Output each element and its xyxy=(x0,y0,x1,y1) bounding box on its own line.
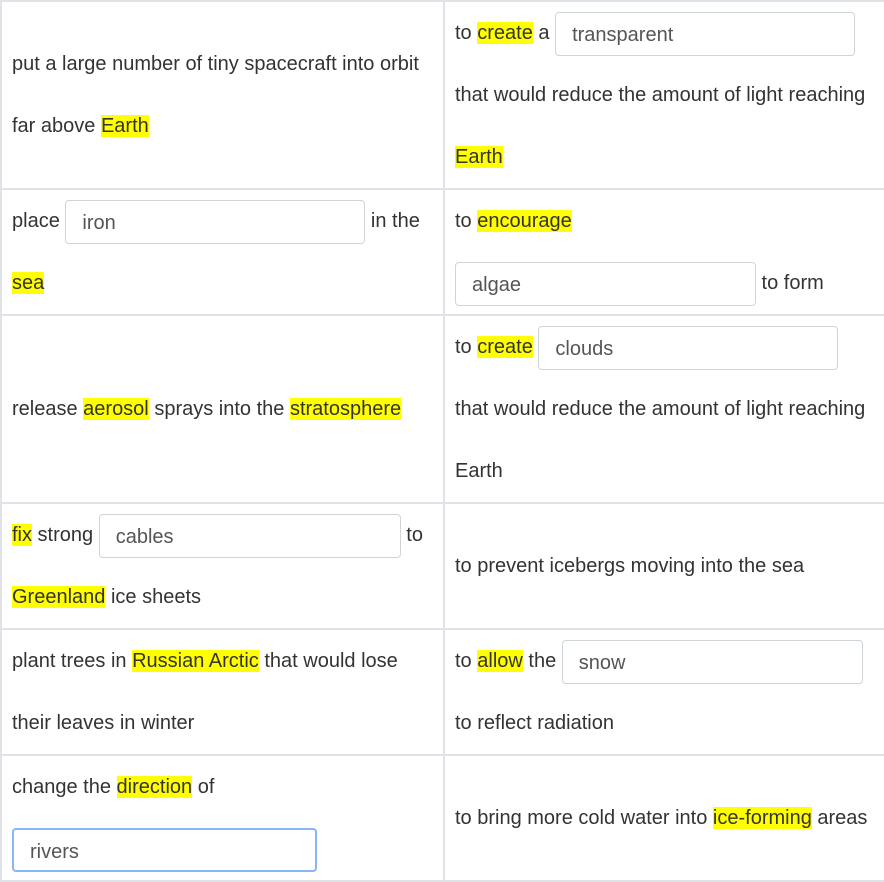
answer-field-snow[interactable]: snow xyxy=(561,639,863,684)
row4-cause-cell: fix strong cables to Greenland ice sheet… xyxy=(0,502,445,630)
row3-cause-cell: release aerosol sprays into the stratosp… xyxy=(0,314,445,504)
row5-cause-cell: plant trees in Russian Arctic that would… xyxy=(0,628,445,756)
text: of xyxy=(192,776,215,798)
highlight: allow xyxy=(477,650,523,672)
row6-cause-cell: change the direction of rivers xyxy=(0,754,445,882)
text: to xyxy=(455,22,478,44)
text: release xyxy=(12,398,84,420)
row1-cause-cell: put a large number of tiny spacecraft in… xyxy=(0,0,445,190)
text: put a large number of tiny spacecraft in… xyxy=(12,53,419,137)
highlight: stratosphere xyxy=(289,398,402,420)
matching-table: put a large number of tiny spacecraft in… xyxy=(0,0,884,882)
answer-field-iron[interactable]: iron xyxy=(65,199,366,244)
answer-field-rivers[interactable]: rivers xyxy=(12,827,317,872)
text: to xyxy=(455,336,478,358)
text: sprays into the xyxy=(148,398,290,420)
highlight: encourage xyxy=(477,210,572,232)
highlight: create xyxy=(477,22,533,44)
table-row: place iron in the sea to encourage algae… xyxy=(0,188,884,316)
text: areas xyxy=(811,807,868,829)
text: to xyxy=(455,650,478,672)
highlight: ice-forming xyxy=(712,807,812,829)
highlight: Russian Arctic xyxy=(132,650,259,672)
answer-field-cables[interactable]: cables xyxy=(98,513,401,558)
highlight: Greenland xyxy=(12,586,106,608)
highlight: fix xyxy=(12,524,32,546)
text: to reflect radiation xyxy=(455,712,614,734)
text: ice sheets xyxy=(105,586,202,608)
row2-cause-cell: place iron in the sea xyxy=(0,188,445,316)
highlight: direction xyxy=(116,776,193,798)
row2-effect-cell: to encourage algae to form xyxy=(443,188,884,316)
text: strong xyxy=(32,524,99,546)
answer-field-transparent[interactable]: transparent xyxy=(555,11,856,56)
text: to xyxy=(400,524,423,546)
table-row: fix strong cables to Greenland ice sheet… xyxy=(0,502,884,630)
text: place xyxy=(12,210,66,232)
highlight: Earth xyxy=(455,146,503,168)
table-row: release aerosol sprays into the stratosp… xyxy=(0,314,884,504)
text: a xyxy=(532,22,556,44)
text: to xyxy=(455,210,478,232)
table-row: put a large number of tiny spacecraft in… xyxy=(0,0,884,190)
row5-effect-cell: to allow the snow to reflect radiation xyxy=(443,628,884,756)
text: that would reduce the amount of light re… xyxy=(455,398,866,482)
highlight: sea xyxy=(12,272,45,294)
answer-field-clouds[interactable]: clouds xyxy=(538,325,839,370)
row3-effect-cell: to create clouds that would reduce the a… xyxy=(443,314,884,504)
table-row: plant trees in Russian Arctic that would… xyxy=(0,628,884,756)
row6-effect-cell: to bring more cold water into ice-formin… xyxy=(443,754,884,882)
text: the xyxy=(522,650,562,672)
table-row: change the direction of rivers to bring … xyxy=(0,754,884,882)
text: in the xyxy=(365,210,420,232)
answer-field-algae[interactable]: algae xyxy=(455,261,756,306)
highlight: Earth xyxy=(100,115,149,137)
text: plant trees in xyxy=(12,650,133,672)
row1-effect-cell: to create a transparent that would reduc… xyxy=(443,0,884,190)
row4-effect-cell: to prevent icebergs moving into the sea xyxy=(443,502,884,630)
text: change the xyxy=(12,776,117,798)
text: to form xyxy=(756,272,824,294)
text: to bring more cold water into xyxy=(455,807,713,829)
text: to prevent icebergs moving into the sea xyxy=(455,555,805,577)
text: that would reduce the amount of light re… xyxy=(455,84,866,106)
highlight: aerosol xyxy=(83,398,149,420)
highlight: create xyxy=(477,336,533,358)
